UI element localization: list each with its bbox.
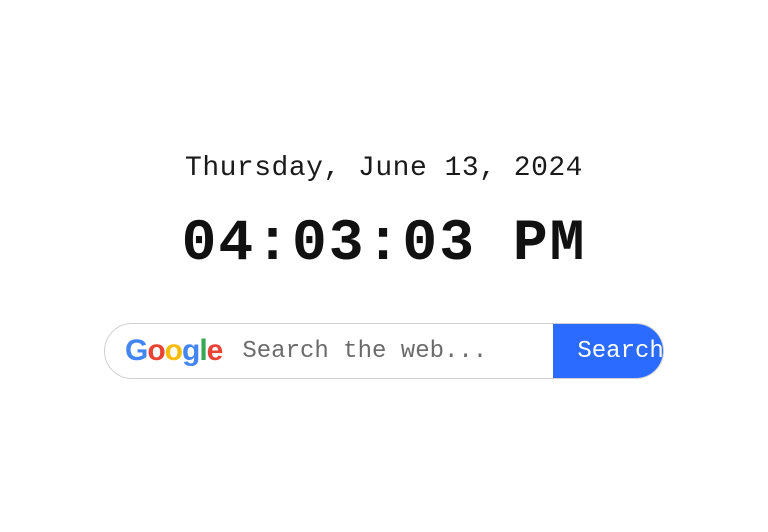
search-button[interactable]: Search (553, 324, 664, 378)
time-display: 04:03:03 PM (182, 212, 587, 277)
search-input[interactable] (234, 324, 553, 378)
search-bar: Google Search (104, 323, 664, 379)
google-logo: Google (105, 324, 234, 378)
date-display: Thursday, June 13, 2024 (185, 153, 583, 184)
